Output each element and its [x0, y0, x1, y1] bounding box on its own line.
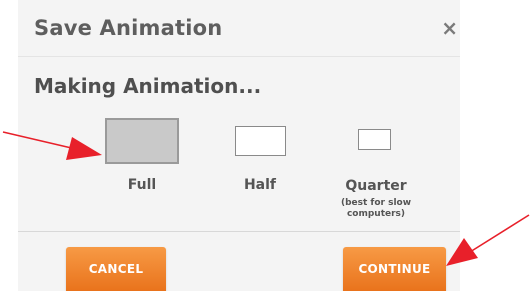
size-label-quarter: Quarter: [345, 178, 407, 194]
cancel-button[interactable]: CANCEL: [66, 247, 166, 291]
size-label-full: Full: [127, 177, 157, 193]
size-note-quarter-line2: computers): [346, 209, 406, 219]
size-option-full[interactable]: [105, 118, 179, 164]
continue-button[interactable]: CONTINUE: [343, 247, 446, 291]
screenshot-stage: Save Animation × Making Animation... Ful…: [0, 0, 531, 291]
footer-divider: [18, 231, 460, 232]
size-note-quarter-line1: (best for slow: [340, 198, 412, 208]
dialog-title: Save Animation: [34, 16, 223, 40]
close-icon[interactable]: ×: [441, 18, 458, 38]
progress-heading: Making Animation...: [34, 74, 262, 98]
size-label-half: Half: [243, 177, 277, 193]
size-option-half[interactable]: [235, 126, 286, 156]
size-option-quarter[interactable]: [358, 129, 391, 150]
title-divider: [18, 56, 460, 57]
save-animation-dialog: Save Animation × Making Animation... Ful…: [18, 0, 460, 291]
